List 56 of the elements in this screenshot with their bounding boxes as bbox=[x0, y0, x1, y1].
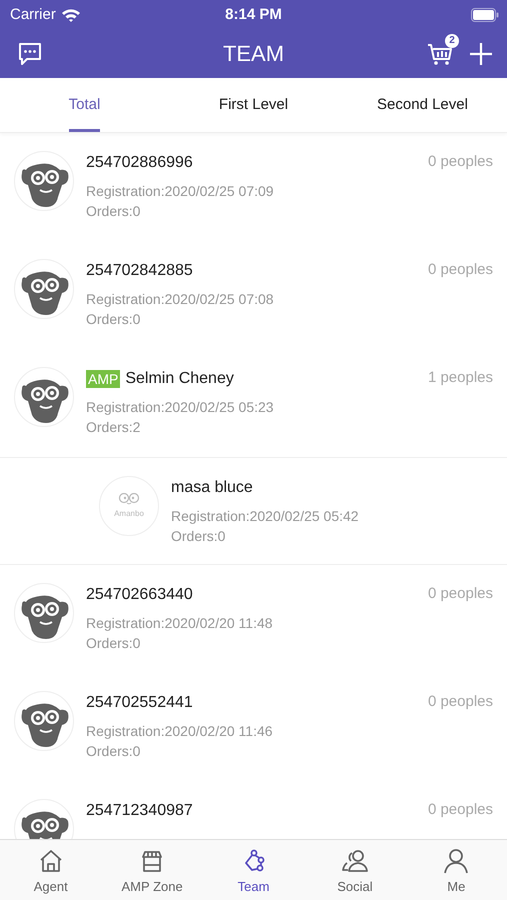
order-count: Orders:0 bbox=[171, 526, 226, 546]
member-row[interactable]: AMP Selmin Cheney Registration:2020/02/25 05:23 Orders:2 1 peoples bbox=[0, 348, 507, 457]
member-name: 254712340987 bbox=[86, 802, 193, 820]
member-row[interactable]: 254702552441 Registration:2020/02/20 11:46 Orders:0 0 peoples bbox=[0, 672, 507, 781]
tab-bar-item[interactable]: Me bbox=[406, 840, 507, 900]
tab-bar-item[interactable]: Agent bbox=[0, 840, 102, 900]
logo-text: Amanbo bbox=[114, 509, 144, 518]
mascot-avatar bbox=[14, 258, 74, 319]
level-tab[interactable]: Second Level bbox=[338, 78, 507, 132]
member-name: 254702886996 bbox=[86, 154, 193, 172]
carrier-label: Carrier bbox=[10, 6, 56, 24]
people-count: 0 peoples bbox=[428, 800, 493, 818]
member-row[interactable]: 254702886996 Registration:2020/02/25 07:09 Orders:0 0 peoples bbox=[0, 132, 507, 241]
member-row[interactable]: 254702663440 Registration:2020/02/20 11:48 Orders:0 0 peoples bbox=[0, 564, 507, 673]
mascot-avatar bbox=[14, 150, 74, 211]
amp-badge: AMP bbox=[86, 370, 120, 388]
add-icon[interactable] bbox=[469, 42, 493, 66]
member-row[interactable]: 254702842885 Registration:2020/02/25 07:08 Orders:0 0 peoples bbox=[0, 240, 507, 349]
member-name: masa bluce bbox=[171, 478, 253, 497]
cart-count-badge: 2 bbox=[445, 34, 459, 48]
mascot-avatar bbox=[14, 690, 74, 751]
message-icon[interactable] bbox=[17, 40, 43, 67]
registration-date: Registration:2020/02/20 11:46 bbox=[86, 722, 274, 741]
level-tab[interactable]: First Level bbox=[169, 78, 338, 132]
order-count: Orders:0 bbox=[86, 634, 142, 653]
mascot-avatar bbox=[14, 582, 74, 643]
logo-face-icon bbox=[118, 493, 140, 506]
wifi-icon bbox=[60, 8, 81, 22]
registration-date: Registration:2020/02/25 07:08 bbox=[86, 290, 275, 309]
order-count: Orders:0 bbox=[86, 310, 142, 329]
people-count: 0 peoples bbox=[428, 584, 493, 602]
tab-bar-item[interactable]: Team bbox=[202, 840, 304, 900]
status-time: 8:14 PM bbox=[225, 6, 282, 24]
tab-bar-item[interactable]: AMP Zone bbox=[101, 840, 203, 900]
people-count: 1 peoples bbox=[428, 368, 493, 386]
order-count: Orders:2 bbox=[86, 418, 142, 437]
member-name: 254702663440 bbox=[86, 586, 193, 604]
tab-bar-item[interactable]: Social bbox=[304, 840, 406, 900]
people-count: 0 peoples bbox=[428, 692, 493, 710]
order-count: Orders:0 bbox=[86, 742, 142, 761]
person-icon bbox=[442, 846, 470, 875]
people-count: 0 peoples bbox=[428, 260, 493, 278]
registration-date: Registration:2020/02/20 11:48 bbox=[86, 614, 274, 633]
registration-date: Registration:2020/02/25 05:42 bbox=[171, 506, 360, 526]
page-title: TEAM bbox=[222, 40, 284, 67]
member-name: 254702552441 bbox=[86, 694, 193, 712]
battery-icon bbox=[471, 8, 499, 22]
registration-date: Registration:2020/02/25 07:09 bbox=[86, 182, 275, 201]
member-name: 254702842885 bbox=[86, 262, 193, 280]
people-count: 0 peoples bbox=[428, 152, 493, 170]
sub-member-row[interactable]: Amanbo masa bluce Registration:2020/02/25 05:42 Orders:0 bbox=[0, 456, 507, 565]
member-name: Selmin Cheney bbox=[125, 370, 234, 388]
order-count: Orders:0 bbox=[86, 202, 142, 221]
level-tab[interactable]: Total bbox=[0, 78, 169, 132]
mascot-avatar bbox=[14, 366, 74, 427]
registration-date: Registration:2020/02/25 05:23 bbox=[86, 398, 275, 417]
